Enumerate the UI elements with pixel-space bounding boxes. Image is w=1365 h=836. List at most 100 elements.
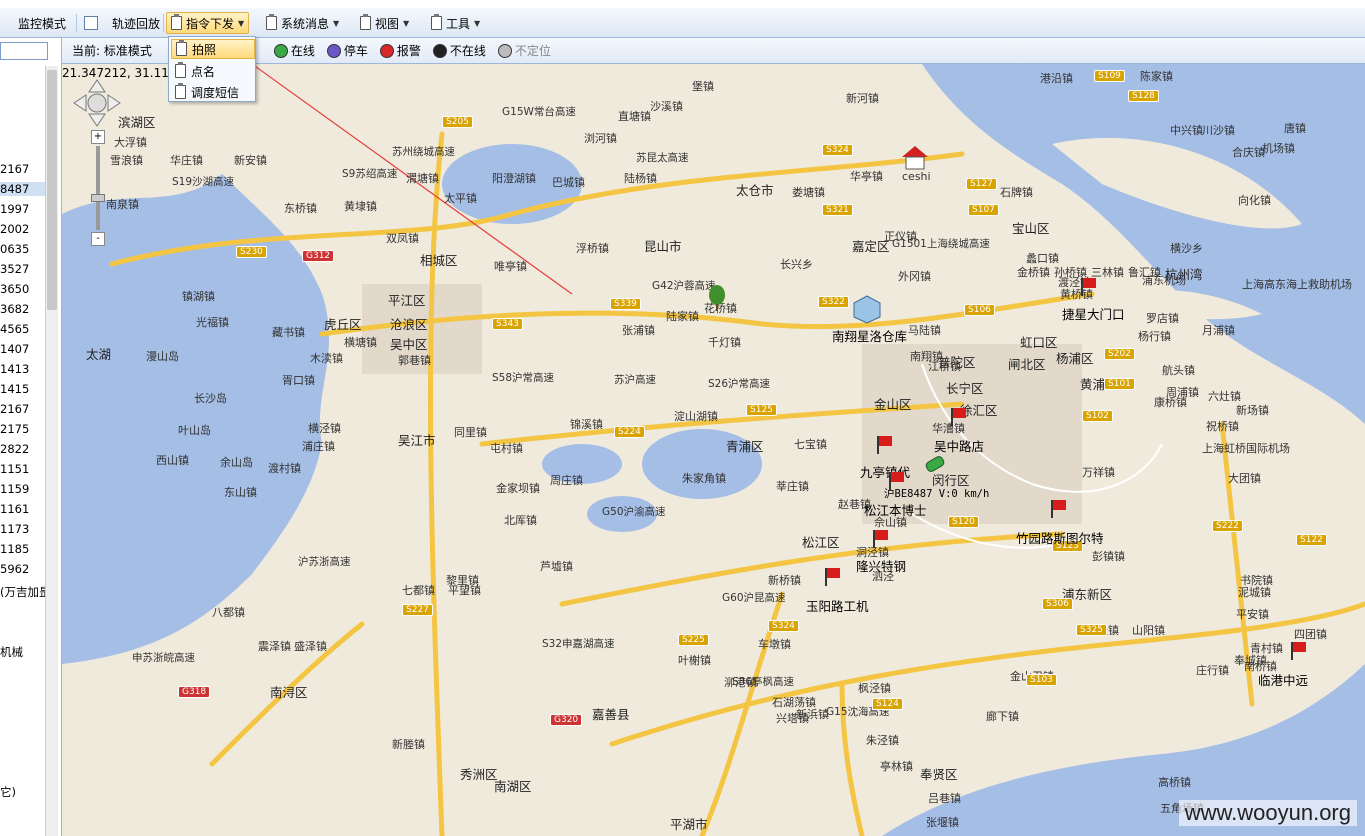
map-place-label: 余山岛: [220, 456, 253, 469]
vehicle-list-panel: 2167 8487 1997 2002 0635 3527 3650 3682 4565 1407…: [0, 38, 62, 836]
pan-control[interactable]: [72, 78, 122, 128]
road-name-label: G1501上海绕城高速: [892, 238, 990, 250]
map-place-label: 吴中区: [390, 337, 428, 352]
map-place-label: 堡镇: [692, 80, 714, 93]
map-place-label: 平湖市: [670, 817, 708, 832]
system-messages-menu[interactable]: 系统消息 ▼: [262, 12, 343, 34]
vehicle-list-item[interactable]: 1413: [0, 362, 45, 376]
poi-label: ceshi: [902, 170, 931, 183]
vehicle-list-item[interactable]: 4565: [0, 322, 45, 336]
flag-icon[interactable]: [1290, 642, 1306, 660]
tools-menu[interactable]: 工具 ▼: [427, 12, 484, 34]
map-place-label: 唯亭镇: [494, 260, 527, 273]
menu-item-rollcall[interactable]: 点名: [171, 61, 255, 81]
map-place-label: 华亭镇: [850, 170, 883, 183]
zoom-slider-knob[interactable]: [91, 194, 105, 202]
command-send-menu[interactable]: 指令下发 ▼: [166, 12, 250, 34]
clipboard-icon: [171, 14, 182, 30]
poi-label: 南翔星洛仓库: [832, 329, 908, 344]
clipboard-icon: [175, 83, 186, 99]
vehicle-list-item[interactable]: 2175: [0, 422, 45, 436]
map-place-label: 南浔区: [270, 685, 308, 700]
map-place-label: 平江区: [388, 293, 426, 308]
menu-item-dispatch-sms[interactable]: 调度短信: [171, 82, 255, 102]
menu-item-photo[interactable]: 拍照: [171, 39, 255, 59]
vehicle-list-item[interactable]: 1151: [0, 462, 45, 476]
route-shield: S102: [1082, 410, 1113, 422]
vehicle-list-item[interactable]: (万吉加昰: [0, 584, 45, 600]
flag-icon[interactable]: [1050, 500, 1066, 518]
monitor-mode-toggle[interactable]: 监控模式: [0, 12, 70, 34]
map-place-label: 车墩镇: [758, 638, 791, 651]
map-place-label: 庄行镇: [1196, 664, 1229, 677]
road-name-label: S9苏绍高速: [342, 168, 398, 180]
road-name-label: 苏州绕城高速: [392, 146, 455, 158]
flag-icon[interactable]: [1080, 278, 1096, 296]
scrollbar-thumb[interactable]: [47, 70, 57, 310]
road-name-label: S26沪常高速: [708, 378, 771, 390]
view-menu[interactable]: 视图 ▼: [356, 12, 413, 34]
tree-icon: [709, 285, 725, 311]
map-place-label: 七宝镇: [794, 438, 827, 451]
vehicle-list-item[interactable]: 1159: [0, 482, 45, 496]
tree-marker[interactable]: [708, 284, 726, 315]
vehicle-list-item[interactable]: 1185: [0, 542, 45, 556]
map-place-label: 东山镇: [224, 486, 257, 499]
system-messages-label: 系统消息: [281, 16, 330, 31]
poi-label: 吴中路店: [934, 439, 985, 454]
vehicle-list-item[interactable]: 0635: [0, 242, 45, 256]
route-shield: S322: [818, 296, 849, 308]
poi-ceshi[interactable]: ceshi: [900, 144, 931, 183]
vehicle-list-item[interactable]: 8487: [0, 182, 45, 196]
zoom-in-button[interactable]: +: [91, 130, 105, 144]
flag-icon[interactable]: [950, 408, 966, 426]
map-place-label: 兴塔镇: [776, 712, 809, 725]
route-shield: G320: [550, 714, 583, 726]
vehicle-list-item[interactable]: 3527: [0, 262, 45, 276]
vehicle-list-item[interactable]: 3650: [0, 282, 45, 296]
route-shield: S324: [822, 144, 853, 156]
poi-warehouse[interactable]: 南翔星洛仓库: [832, 294, 907, 344]
map-base-layer: [62, 64, 1365, 836]
vehicle-list-item[interactable]: 1415: [0, 382, 45, 396]
vehicle-list-item[interactable]: 1407: [0, 342, 45, 356]
map-place-label: 唐镇: [1284, 122, 1306, 135]
vehicle-list-item[interactable]: 1161: [0, 502, 45, 516]
vehicle-marker[interactable]: [924, 456, 946, 475]
map-place-label: 吕巷镇: [928, 792, 961, 805]
map-place-label: 松江区: [802, 535, 840, 550]
vehicle-list-item[interactable]: 它): [0, 784, 45, 800]
vehicle-list-item[interactable]: 2167: [0, 402, 45, 416]
track-playback-checkbox[interactable]: 轨迹回放: [80, 12, 164, 34]
map-place-label: 朱家角镇: [682, 472, 726, 485]
flag-icon[interactable]: [888, 472, 904, 490]
map-canvas[interactable]: 滨湖区 大浮镇 雪浪镇 华庄镇 新安镇 南泉镇 东桥镇 黄埭镇 渭塘镇 太平镇 阳澄湖镇 巴城镇 陆杨镇…: [62, 64, 1365, 836]
vehicle-list-item[interactable]: 5962: [0, 562, 45, 576]
zoom-slider-track[interactable]: [96, 146, 100, 230]
zoom-out-button[interactable]: -: [91, 232, 105, 246]
zoom-control[interactable]: + -: [91, 130, 105, 246]
route-shield: G318: [178, 686, 211, 698]
map-place-label: 同里镇: [454, 426, 487, 439]
vehicle-list-item[interactable]: 2002: [0, 222, 45, 236]
flag-icon[interactable]: [824, 568, 840, 586]
vehicle-list-item[interactable]: 1997: [0, 202, 45, 216]
vehicle-list-item[interactable]: 2822: [0, 442, 45, 456]
flag-icon[interactable]: [872, 530, 888, 548]
vehicle-list-item[interactable]: 机械: [0, 644, 45, 660]
road-name-label: 沪苏浙高速: [298, 556, 351, 568]
toolbar-separator: [163, 14, 164, 32]
vehicle-search-input[interactable]: [0, 42, 48, 60]
map-place-label: 石牌镇: [1000, 186, 1033, 199]
route-shield: S101: [1104, 378, 1135, 390]
vehicle-list-item[interactable]: 3682: [0, 302, 45, 316]
map-place-label: 高桥镇: [1158, 776, 1191, 789]
flag-icon[interactable]: [876, 436, 892, 454]
map-place-label: 娄塘镇: [792, 186, 825, 199]
vehicle-list-item[interactable]: 2167: [0, 162, 45, 176]
map-place-label: 陈家镇: [1140, 70, 1173, 83]
offline-car-icon: [432, 43, 447, 58]
legend-label: 不定位: [514, 44, 551, 58]
list-scrollbar[interactable]: [45, 66, 58, 836]
vehicle-list-item[interactable]: 1173: [0, 522, 45, 536]
